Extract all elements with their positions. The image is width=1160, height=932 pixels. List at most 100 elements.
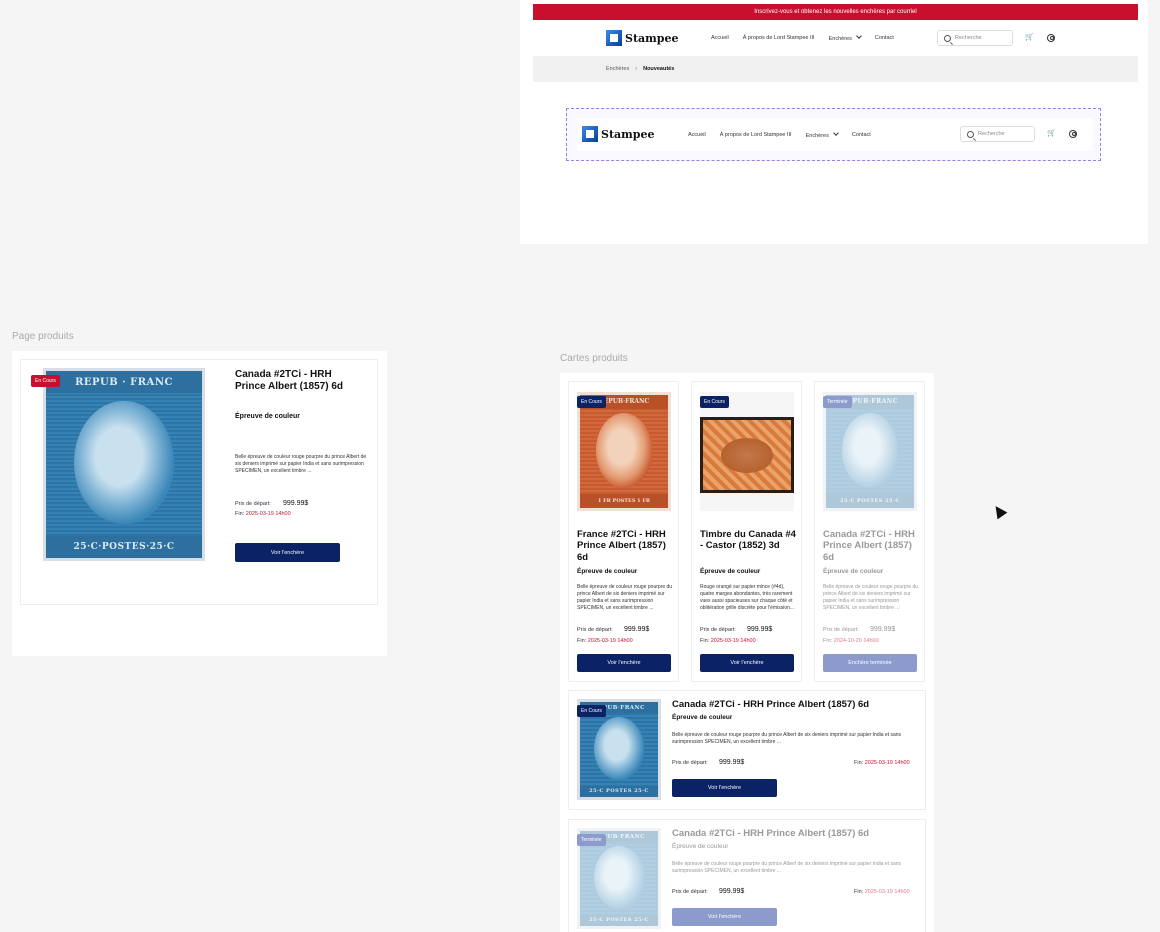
mouse-cursor-icon (990, 502, 1008, 520)
status-badge: Terminée (577, 834, 606, 846)
card-title: Canada #2TCi - HRH Prince Albert (1857) … (823, 529, 915, 563)
end-date-value: 2025-03-19 14h00 (587, 638, 633, 644)
logo[interactable]: Stampee (606, 30, 678, 46)
header-frame: Inscrivez-vous et obtenez les nouvelles … (520, 0, 1148, 244)
logo-text: Stampee (601, 127, 655, 141)
status-badge: En Cours (700, 396, 729, 408)
nav-contact[interactable]: Contact (852, 132, 871, 138)
nav-encheres-label: Enchères (805, 133, 829, 139)
view-auction-button[interactable]: Voir l'enchère (672, 779, 777, 797)
view-auction-button[interactable]: Voir l'enchère (235, 543, 340, 562)
price-label: Prix de départ: (672, 760, 708, 766)
nav-encheres-label: Enchères (828, 36, 852, 42)
user-icon-shape (1069, 130, 1077, 138)
product-page-frame: En Cours REPUB · FRANC 25·C·POSTES·25·C … (12, 351, 387, 656)
stamp-portrait (74, 400, 174, 525)
end-date-value: 2024-10-20 14h00 (833, 638, 879, 644)
logo-text: Stampee (625, 31, 679, 45)
card-description: Belle épreuve de couleur rouge pourpre d… (672, 732, 902, 745)
end-date-value: 2025-03-19 14h00 (864, 889, 910, 895)
price-value: 999.99$ (624, 626, 650, 633)
card-subtitle: Épreuve de couleur (672, 843, 729, 850)
nav-links: Accueil À propos de Lord Stampee III Enc… (711, 33, 894, 42)
search-input[interactable]: Recherche (960, 126, 1035, 142)
view-auction-button[interactable]: Voir l'enchère (700, 654, 794, 672)
stamp-portrait (841, 413, 899, 488)
stamp-bottom-text: 25·C POSTES 25·C (580, 785, 658, 797)
product-subtitle: Épreuve de couleur (235, 413, 300, 420)
nav-contact[interactable]: Contact (875, 35, 894, 41)
search-placeholder: Recherche (978, 131, 1005, 137)
product-card[interactable]: En Cours Timbre du Canada #4 - Castor (1… (691, 381, 802, 682)
product-card[interactable]: Terminée REPUB·FRANC 25·C POSTES 25·C Ca… (814, 381, 925, 682)
promo-banner[interactable]: Inscrivez-vous et obtenez les nouvelles … (533, 4, 1138, 20)
end-label: Fin: (235, 511, 245, 517)
price-value: 999.99$ (870, 626, 896, 633)
product-cards-frame: En Cours REPUB·FRANC 1 FR POSTES 1 FR Fr… (560, 373, 934, 932)
view-auction-button[interactable]: Voir l'enchère (577, 654, 671, 672)
stamp-bottom-text: 25·C POSTES 25·C (826, 494, 914, 508)
price-label: Prix de départ: (823, 627, 859, 633)
stamp-beaver-art (703, 420, 791, 490)
nav-accueil[interactable]: Accueil (711, 35, 729, 41)
stamp-image[interactable] (700, 417, 794, 493)
stamp-image[interactable]: REPUB · FRANC 25·C·POSTES·25·C (43, 368, 205, 561)
nav-component: Stampee Accueil À propos de Lord Stampee… (577, 118, 1093, 151)
chevron-right-icon: › (635, 66, 638, 72)
status-badge: En Cours (577, 396, 606, 408)
section-label-cards: Cartes produits (560, 353, 628, 364)
product-card-horizontal[interactable]: En Cours REPUB·FRANC 25·C POSTES 25·C Ca… (568, 690, 926, 810)
cart-icon[interactable]: 🛒 (1047, 129, 1056, 137)
stamp-portrait (594, 717, 644, 780)
chevron-down-icon (856, 33, 862, 39)
product-card[interactable]: En Cours REPUB·FRANC 1 FR POSTES 1 FR Fr… (568, 381, 679, 682)
end-date-value: 2025-03-19 14h00 (864, 760, 910, 766)
search-input[interactable]: Recherche (937, 30, 1013, 46)
product-card-horizontal[interactable]: Terminée REPUB·FRANC 25·C POSTES 25·C Ca… (568, 819, 926, 932)
stamp-bottom-text: 1 FR POSTES 1 FR (580, 494, 668, 508)
auction-ended-button[interactable]: Enchère terminée (823, 654, 917, 672)
card-title: Timbre du Canada #4 - Castor (1852) 3d (700, 529, 796, 552)
end-date-value: 2025-03-19 14h00 (710, 638, 756, 644)
user-icon[interactable] (1047, 34, 1055, 42)
breadcrumb-current: Nouveautés (643, 66, 675, 72)
status-badge: Terminée (823, 396, 852, 408)
nav-links: Accueil À propos de Lord Stampee III Enc… (688, 130, 871, 139)
cart-icon[interactable]: 🛒 (1025, 33, 1034, 41)
user-icon[interactable] (1069, 130, 1077, 138)
status-badge: En Cours (31, 375, 60, 387)
end-date: Fin: 2025-03-19 14h00 (235, 511, 291, 517)
view-auction-button[interactable]: Voir l'enchère (672, 908, 777, 926)
user-icon-shape (1047, 34, 1055, 42)
stamp-image[interactable]: REPUB·FRANC 25·C POSTES 25·C (823, 392, 917, 511)
price-label: Prix de départ: (235, 501, 271, 507)
card-subtitle: Épreuve de couleur (577, 568, 638, 575)
nav-encheres[interactable]: Enchères (828, 33, 862, 42)
nav-accueil[interactable]: Accueil (688, 132, 706, 138)
card-title: France #2TCi - HRH Prince Albert (1857) … (577, 529, 666, 563)
chevron-down-icon (833, 130, 839, 136)
nav-encheres[interactable]: Enchères (805, 130, 839, 139)
nav-component-frame: Stampee Accueil À propos de Lord Stampee… (566, 108, 1101, 161)
card-description: Rouge orangé sur papier mince (#4d), qua… (700, 584, 795, 611)
stamp-bottom-text: 25·C POSTES 25·C (580, 914, 658, 926)
price-value: 999.99$ (719, 759, 745, 766)
price-value: 999.99$ (283, 500, 309, 507)
breadcrumb-encheres[interactable]: Enchères (606, 66, 629, 72)
card-description: Belle épreuve de couleur rouge pourpre d… (823, 584, 919, 611)
stamp-portrait (595, 413, 653, 488)
logo-icon (606, 30, 622, 46)
card-description: Belle épreuve de couleur rouge pourpre d… (577, 584, 673, 611)
search-icon (967, 130, 974, 138)
main-nav: Stampee Accueil À propos de Lord Stampee… (533, 26, 1138, 50)
nav-a-propos[interactable]: À propos de Lord Stampee III (743, 35, 815, 41)
stamp-image[interactable]: REPUB·FRANC 1 FR POSTES 1 FR (577, 392, 671, 511)
nav-a-propos[interactable]: À propos de Lord Stampee III (720, 132, 792, 138)
price-label: Prix de départ: (577, 627, 613, 633)
search-icon (944, 34, 951, 42)
end-date: Fin: 2025-03-19 14h00 (854, 760, 910, 766)
stamp-bottom-text: 25·C·POSTES·25·C (46, 535, 202, 558)
search-placeholder: Recherche (955, 35, 982, 41)
product-detail: En Cours REPUB · FRANC 25·C·POSTES·25·C … (20, 359, 378, 605)
logo[interactable]: Stampee (582, 126, 654, 142)
